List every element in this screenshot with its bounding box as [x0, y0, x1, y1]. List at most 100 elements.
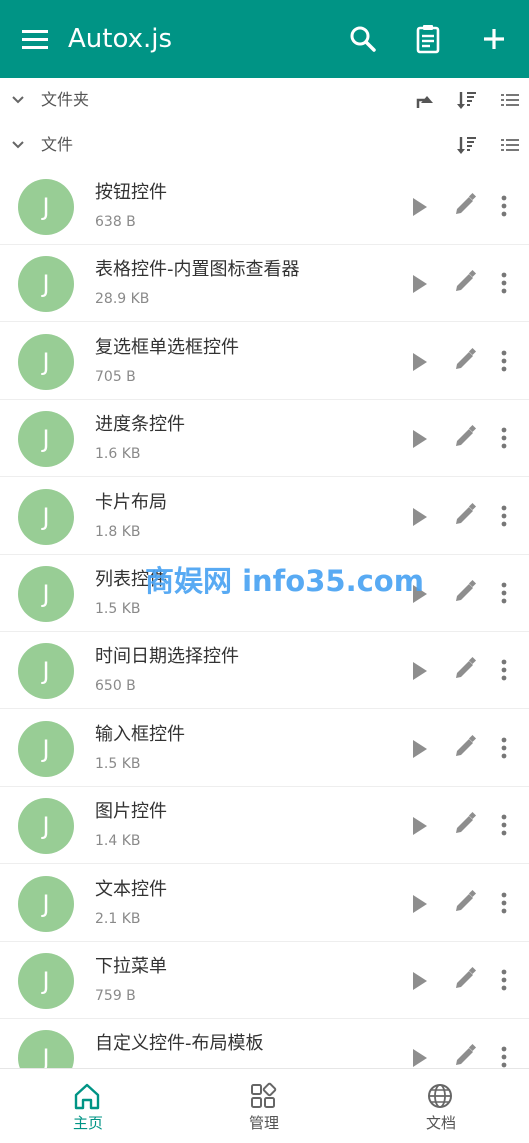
- edit-icon[interactable]: [452, 502, 478, 528]
- file-list: J 按钮控件 638 B J 表格控件-内置图标查看器 28.9 KB J 复选…: [0, 168, 529, 1068]
- edit-icon[interactable]: [452, 656, 478, 682]
- more-vert-icon[interactable]: [494, 656, 514, 684]
- file-name: 时间日期选择控件: [95, 646, 239, 667]
- sort-icon[interactable]: [455, 88, 479, 112]
- list-view-icon[interactable]: [498, 88, 522, 112]
- watermark-text: 商娱网 info35.com: [145, 564, 424, 598]
- sort-icon[interactable]: [455, 133, 479, 157]
- tab-docs-label: 文档: [425, 1114, 456, 1132]
- more-vert-icon[interactable]: [494, 347, 514, 375]
- file-size: 1.5 KB: [95, 756, 141, 772]
- more-vert-icon[interactable]: [494, 1043, 514, 1068]
- file-name: 输入框控件: [95, 724, 185, 745]
- home-icon: [74, 1083, 100, 1110]
- file-size: 28.9 KB: [95, 291, 150, 307]
- file-size: 2.1 KB: [95, 911, 141, 927]
- more-vert-icon[interactable]: [494, 579, 514, 607]
- file-name: 按钮控件: [95, 182, 167, 203]
- file-name: 复选框单选框控件: [95, 337, 239, 358]
- play-icon[interactable]: [404, 424, 434, 454]
- edit-icon[interactable]: [452, 811, 478, 837]
- file-row[interactable]: J 自定义控件-布局模板: [0, 1019, 529, 1068]
- play-icon[interactable]: [404, 1043, 434, 1068]
- file-row[interactable]: J 卡片布局 1.8 KB: [0, 478, 529, 555]
- tab-manage[interactable]: 管理: [176, 1069, 352, 1143]
- menu-icon[interactable]: [18, 24, 52, 54]
- chevron-down-icon[interactable]: [10, 92, 26, 108]
- tab-docs[interactable]: 文档: [353, 1069, 529, 1143]
- file-row[interactable]: J 按钮控件 638 B: [0, 168, 529, 245]
- edit-icon[interactable]: [452, 192, 478, 218]
- play-icon[interactable]: [404, 269, 434, 299]
- file-name: 进度条控件: [95, 414, 185, 435]
- globe-icon: [428, 1084, 452, 1108]
- file-avatar: J: [18, 798, 74, 854]
- play-icon[interactable]: [404, 966, 434, 996]
- file-name: 图片控件: [95, 801, 167, 822]
- tab-manage-label: 管理: [248, 1114, 279, 1132]
- files-section-header[interactable]: 文件: [0, 123, 529, 168]
- play-icon[interactable]: [404, 192, 434, 222]
- files-label: 文件: [41, 135, 74, 154]
- file-row[interactable]: J 文本控件 2.1 KB: [0, 865, 529, 942]
- file-name: 文本控件: [95, 879, 167, 900]
- play-icon[interactable]: [404, 734, 434, 764]
- go-up-icon[interactable]: [411, 88, 435, 112]
- file-size: 638 B: [95, 214, 136, 230]
- folders-label: 文件夹: [41, 90, 90, 109]
- file-name: 卡片布局: [95, 492, 167, 513]
- play-icon[interactable]: [404, 889, 434, 919]
- file-avatar: J: [18, 256, 74, 312]
- file-size: 1.5 KB: [95, 601, 141, 617]
- file-avatar: J: [18, 643, 74, 699]
- more-vert-icon[interactable]: [494, 889, 514, 917]
- app-bar: Autox.js: [0, 0, 529, 78]
- file-row[interactable]: J 进度条控件 1.6 KB: [0, 400, 529, 477]
- edit-icon[interactable]: [452, 1043, 478, 1068]
- chevron-down-icon[interactable]: [10, 137, 26, 153]
- file-avatar: J: [18, 566, 74, 622]
- more-vert-icon[interactable]: [494, 192, 514, 220]
- file-row[interactable]: J 下拉菜单 759 B: [0, 942, 529, 1019]
- edit-icon[interactable]: [452, 889, 478, 915]
- tab-home[interactable]: 主页: [0, 1069, 176, 1143]
- edit-icon[interactable]: [452, 966, 478, 992]
- more-vert-icon[interactable]: [494, 502, 514, 530]
- edit-icon[interactable]: [452, 579, 478, 605]
- add-icon[interactable]: [475, 20, 513, 58]
- list-view-icon[interactable]: [498, 133, 522, 157]
- file-avatar: J: [18, 953, 74, 1009]
- more-vert-icon[interactable]: [494, 811, 514, 839]
- file-avatar: J: [18, 411, 74, 467]
- search-icon[interactable]: [344, 20, 382, 58]
- file-size: 1.8 KB: [95, 524, 141, 540]
- file-avatar: J: [18, 1030, 74, 1068]
- play-icon[interactable]: [404, 656, 434, 686]
- file-row[interactable]: J 输入框控件 1.5 KB: [0, 710, 529, 787]
- file-row[interactable]: J 表格控件-内置图标查看器 28.9 KB: [0, 245, 529, 322]
- file-row[interactable]: J 时间日期选择控件 650 B: [0, 632, 529, 709]
- more-vert-icon[interactable]: [494, 269, 514, 297]
- play-icon[interactable]: [404, 811, 434, 841]
- more-vert-icon[interactable]: [494, 734, 514, 762]
- file-row[interactable]: J 图片控件 1.4 KB: [0, 787, 529, 864]
- file-name: 表格控件-内置图标查看器: [95, 259, 300, 280]
- edit-icon[interactable]: [452, 734, 478, 760]
- file-name: 自定义控件-布局模板: [95, 1033, 264, 1054]
- file-avatar: J: [18, 489, 74, 545]
- play-icon[interactable]: [404, 502, 434, 532]
- more-vert-icon[interactable]: [494, 424, 514, 452]
- edit-icon[interactable]: [452, 269, 478, 295]
- edit-icon[interactable]: [452, 424, 478, 450]
- file-size: 1.4 KB: [95, 833, 141, 849]
- folders-section-header[interactable]: 文件夹: [0, 78, 529, 123]
- play-icon[interactable]: [404, 347, 434, 377]
- clipboard-icon[interactable]: [409, 20, 447, 58]
- more-vert-icon[interactable]: [494, 966, 514, 994]
- bottom-nav: 主页 管理 文档: [0, 1068, 529, 1142]
- file-avatar: J: [18, 876, 74, 932]
- file-row[interactable]: J 复选框单选框控件 705 B: [0, 323, 529, 400]
- file-size: 705 B: [95, 369, 136, 385]
- edit-icon[interactable]: [452, 347, 478, 373]
- manage-icon: [251, 1082, 277, 1108]
